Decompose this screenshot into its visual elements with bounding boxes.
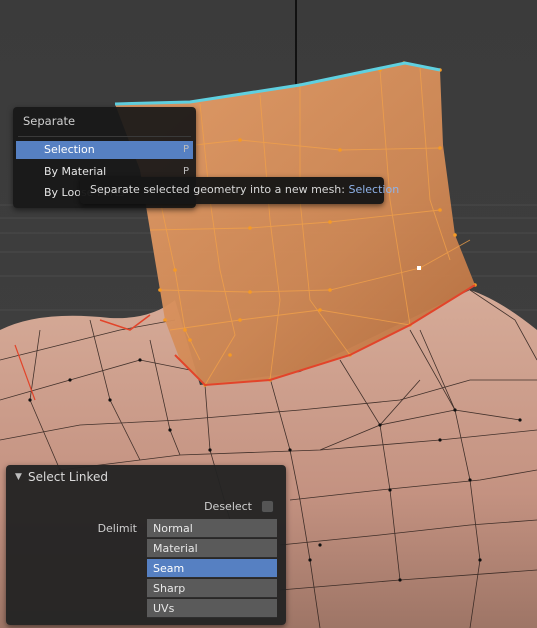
select-linked-panel: ▼ Select Linked Deselect Delimit Normal … (6, 465, 286, 625)
delimit-seam[interactable]: Seam (147, 559, 277, 578)
collapse-triangle-icon[interactable]: ▼ (15, 472, 22, 482)
delimit-uvs[interactable]: UVs (147, 599, 277, 618)
menu-title: Separate (23, 114, 76, 128)
active-vertex (417, 266, 421, 270)
menu-item-shortcut: P (182, 144, 189, 155)
tooltip-python: Selection (348, 183, 400, 196)
delimit-sharp[interactable]: Sharp (147, 579, 277, 598)
panel-title[interactable]: Select Linked (28, 470, 108, 484)
tooltip-text: Separate selected geometry into a new me… (90, 183, 345, 196)
delimit-material[interactable]: Material (147, 539, 277, 558)
menu-item-selection[interactable]: Selection P (16, 141, 193, 159)
deselect-checkbox[interactable] (261, 500, 274, 513)
tooltip: Separate selected geometry into a new me… (80, 177, 399, 204)
delimit-normal[interactable]: Normal (147, 519, 277, 538)
menu-item-label: Selection (44, 143, 95, 156)
delimit-label: Delimit (97, 522, 137, 535)
deselect-label: Deselect (204, 500, 252, 513)
menu-divider (18, 136, 191, 137)
